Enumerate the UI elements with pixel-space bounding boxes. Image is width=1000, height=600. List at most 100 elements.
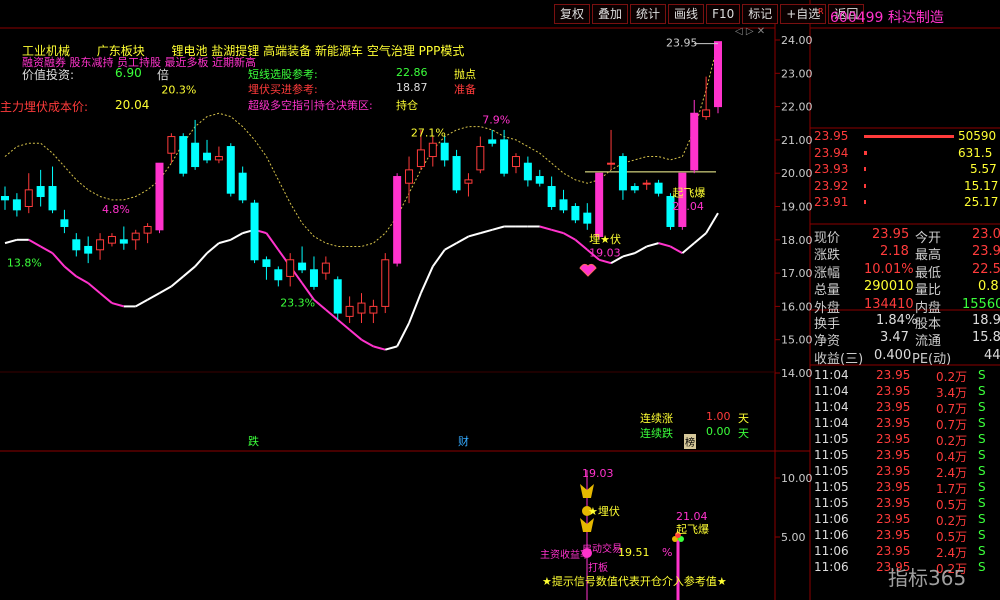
order-row[interactable]: 23.92 15.17: [812, 178, 1000, 195]
streak-down-unit: 天: [738, 427, 749, 440]
trade-time: 11:04: [814, 368, 849, 382]
lower-band-segment: [63, 265, 77, 278]
info-row: 总量 290010 量比 0.8: [812, 278, 1000, 298]
trade-side: S: [978, 416, 986, 430]
candle-body: [250, 202, 259, 261]
lower-band-segment: [75, 275, 89, 284]
ambush-signal: 准备: [454, 83, 476, 96]
candle-body: [702, 109, 711, 118]
info-value: 0.8: [978, 279, 999, 295]
stock-header: R 600499 科达制造: [812, 2, 1000, 28]
trade-row[interactable]: 11:05 23.95 1.7万 S: [812, 479, 1000, 496]
trade-time: 11:05: [814, 448, 849, 462]
trade-row[interactable]: 11:06 23.95 0.5万 S: [812, 527, 1000, 544]
lower-band-segment: [468, 232, 481, 238]
candle-body: [214, 156, 223, 161]
lower-band-segment: [170, 275, 184, 288]
event-marker-bang[interactable]: 榜: [684, 434, 696, 449]
sub-tip: ★提示信号数值代表开仓介入参考值★: [542, 575, 727, 588]
info-value: 22.5: [972, 261, 1000, 277]
order-row[interactable]: 23.93 5.57: [812, 161, 1000, 178]
lower-band-segment: [135, 298, 149, 308]
candle-body: [381, 259, 390, 307]
candle-body: [345, 305, 354, 317]
order-row[interactable]: 23.94 631.5: [812, 145, 1000, 162]
candle-body: [286, 259, 295, 277]
candle-body: [583, 212, 592, 224]
candle-body: [618, 156, 627, 191]
sub-tick-label: 10.00: [781, 472, 813, 485]
lower-band-segment: [182, 265, 196, 278]
diejia-button[interactable]: 叠加: [592, 4, 629, 24]
nav-arrow-icons[interactable]: ◁ ▷ ✕: [735, 26, 765, 37]
chart-annotation: 4.8%: [102, 203, 130, 216]
trade-price: 23.95: [876, 464, 911, 478]
lower-band-segment: [456, 235, 469, 245]
trade-row[interactable]: 11:05 23.95 0.2万 S: [812, 431, 1000, 448]
trade-row[interactable]: 11:05 23.95 0.5万 S: [812, 495, 1000, 512]
sub-maifu: ★埋伏: [588, 505, 620, 518]
trade-row[interactable]: 11:06 23.95 2.4万 S: [812, 543, 1000, 560]
lower-band-segment: [337, 318, 351, 331]
r-badge: R: [818, 7, 824, 16]
lower-band-segment: [206, 242, 220, 254]
trade-row[interactable]: 11:05 23.95 0.4万 S: [812, 447, 1000, 464]
candle-body: [36, 186, 45, 198]
order-volume: 50590: [958, 129, 997, 143]
ambush-heart-icon: [579, 263, 597, 277]
lower-band-segment: [693, 232, 707, 244]
candle-body: [571, 206, 580, 221]
candle-body: [595, 172, 604, 237]
candle-body: [96, 239, 105, 251]
candle-body: [155, 162, 164, 231]
candle-body: [262, 259, 271, 267]
candle-body: [274, 269, 283, 281]
order-volume-bar: [864, 167, 866, 171]
biaoji-button[interactable]: 标记: [742, 4, 779, 24]
trade-time: 11:06: [814, 528, 849, 542]
order-row[interactable]: 23.91 25.17: [812, 194, 1000, 211]
candle-body: [48, 186, 57, 211]
chart-annotation: 13.8%: [7, 256, 42, 269]
streak-down-label: 连续跌: [640, 427, 673, 440]
order-row[interactable]: 23.95 50590: [812, 128, 1000, 145]
sector-tag: 空气治理: [366, 44, 415, 58]
watermark: 指标365: [888, 566, 967, 590]
candle-body: [393, 176, 402, 264]
trade-side: S: [978, 544, 986, 558]
candle-body: [714, 41, 722, 108]
trade-row[interactable]: 11:04 23.95 0.2万 S: [812, 367, 1000, 384]
f10-button[interactable]: F10: [706, 4, 741, 24]
lower-band-segment: [598, 258, 612, 265]
fuquan-button[interactable]: 复权: [554, 4, 591, 24]
stock-code-name[interactable]: 600499 科达制造: [830, 7, 944, 27]
trade-side: S: [978, 448, 986, 462]
ambush-label: 埋伏买进参考:: [248, 83, 318, 96]
event-marker-die[interactable]: 跌: [248, 433, 259, 449]
tongji-button[interactable]: 统计: [630, 4, 667, 24]
lower-band-segment: [622, 252, 636, 258]
trade-side: S: [978, 496, 986, 510]
candle-body: [630, 186, 639, 191]
huaxian-button[interactable]: 画线: [668, 4, 705, 24]
order-volume: 15.17: [964, 178, 999, 193]
sector-tag: PPP模式: [418, 44, 465, 58]
candle-body: [535, 176, 544, 184]
trade-side: S: [978, 528, 986, 542]
event-marker-cai[interactable]: 财: [458, 433, 469, 449]
chart-annotation: 埋★伏: [589, 232, 621, 246]
lower-band-segment: [491, 225, 505, 231]
sector-tag: 高端装备: [263, 44, 312, 58]
lower-band-segment: [4, 238, 18, 245]
info-value: 290010: [864, 279, 914, 295]
trade-row[interactable]: 11:04 23.95 3.4万 S: [812, 383, 1000, 400]
sub-daban: 打板: [588, 563, 608, 574]
trade-row[interactable]: 11:06 23.95 0.2万 S: [812, 511, 1000, 528]
chart-annotation: 起飞爆: [672, 186, 705, 200]
trade-row[interactable]: 11:04 23.95 0.7万 S: [812, 399, 1000, 416]
trade-row[interactable]: 11:05 23.95 2.4万 S: [812, 463, 1000, 480]
order-price: 23.95: [814, 129, 849, 143]
info-row: 涨幅 10.01% 最低 22.5: [812, 261, 1000, 281]
candle-body: [143, 225, 152, 234]
trade-row[interactable]: 11:04 23.95 0.7万 S: [812, 415, 1000, 432]
